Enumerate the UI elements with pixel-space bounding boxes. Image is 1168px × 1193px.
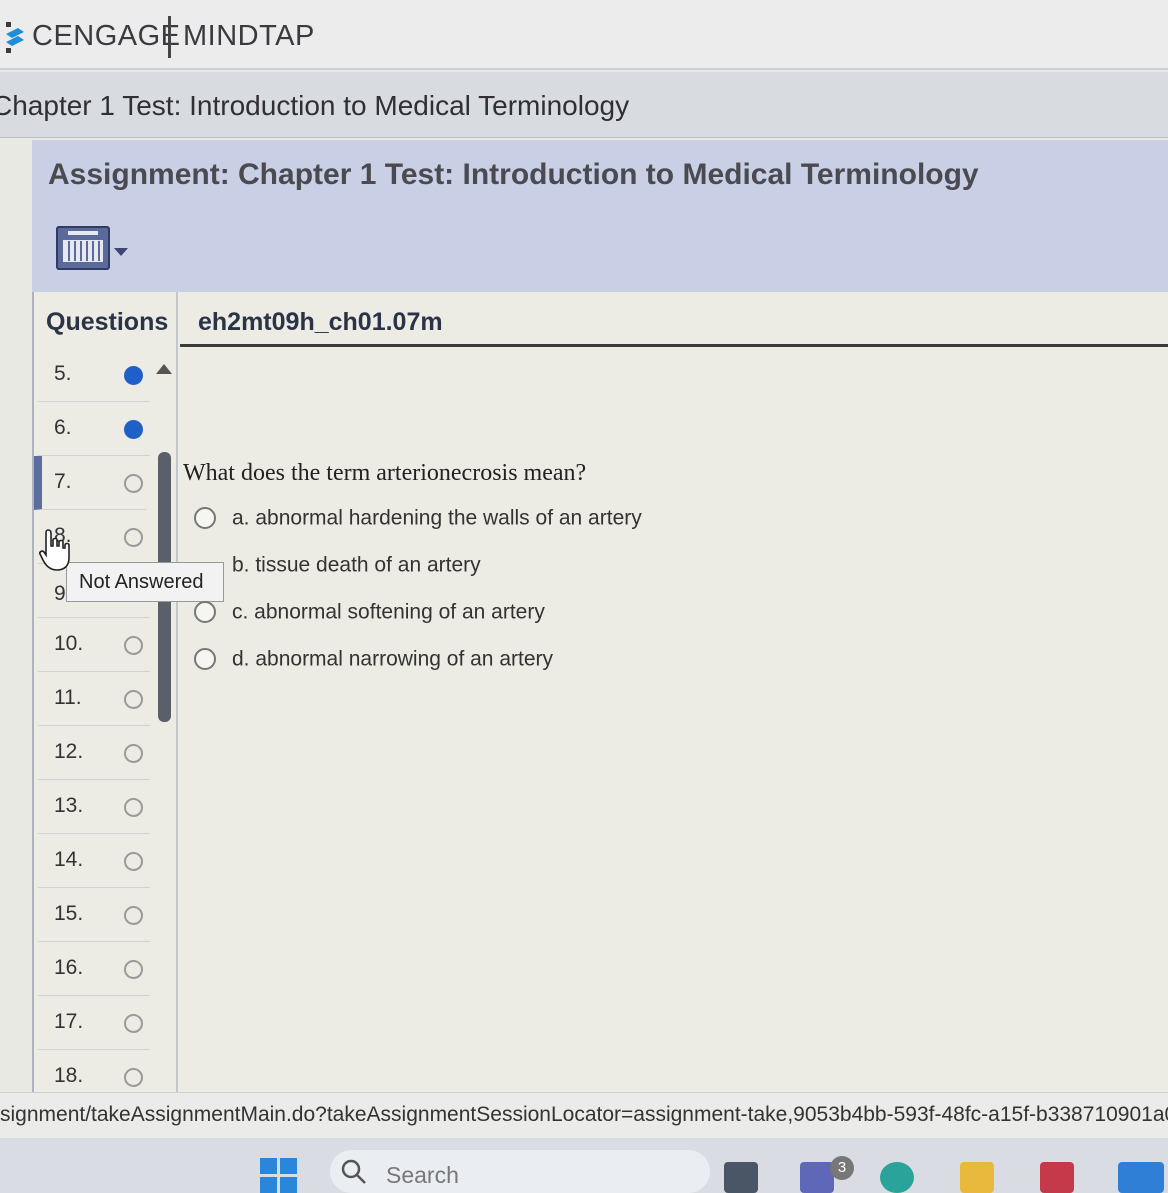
unanswered-status-icon xyxy=(124,960,143,979)
question-number: 10. xyxy=(54,632,84,655)
file-explorer-icon[interactable] xyxy=(960,1162,994,1193)
question-number: 12. xyxy=(54,740,84,763)
unanswered-status-icon xyxy=(124,798,143,817)
status-url-bar: signment/takeAssignmentMain.do?takeAssig… xyxy=(0,1092,1168,1138)
unanswered-status-icon xyxy=(124,1068,143,1087)
choice-label: d. abnormal narrowing of an artery xyxy=(232,647,553,671)
taskbar: Search xyxy=(0,1138,1168,1193)
question-top-rule xyxy=(180,344,1168,347)
chapter-title: Chapter 1 Test: Introduction to Medical … xyxy=(0,90,630,121)
answer-choice-a[interactable]: a. abnormal hardening the walls of an ar… xyxy=(194,506,642,530)
question-number: 13. xyxy=(54,794,84,817)
questions-header: Questions xyxy=(46,308,169,336)
teams-icon[interactable] xyxy=(800,1162,834,1193)
question-nav-item[interactable]: 12. xyxy=(38,726,150,780)
brand-header: CENGAGE MINDTAP xyxy=(0,0,1168,70)
choice-label: b. tissue death of an artery xyxy=(232,553,481,577)
assignment-content: Questions eh2mt09h_ch01.07m 5. 6. 7. 8. … xyxy=(32,292,1168,1092)
question-number: 14. xyxy=(54,848,84,871)
question-nav-item[interactable]: 17. xyxy=(38,996,150,1050)
answered-status-icon xyxy=(124,366,143,385)
taskbar-search-placeholder: Search xyxy=(386,1162,459,1188)
search-icon xyxy=(341,1159,366,1184)
question-number: 6. xyxy=(54,416,72,439)
question-number: 17. xyxy=(54,1010,84,1033)
unanswered-status-icon xyxy=(124,690,143,709)
unanswered-status-icon xyxy=(124,906,143,925)
windows-start-icon[interactable] xyxy=(260,1158,298,1193)
status-url-text: signment/takeAssignmentMain.do?takeAssig… xyxy=(0,1103,1168,1126)
radio-button[interactable] xyxy=(194,507,216,530)
answer-choice-b[interactable]: b. tissue death of an artery xyxy=(194,553,481,577)
media-player-icon[interactable] xyxy=(1040,1162,1074,1193)
item-id: eh2mt09h_ch01.07m xyxy=(198,308,443,336)
question-nav-item[interactable]: 10. xyxy=(38,618,150,672)
question-number: 18. xyxy=(54,1064,84,1087)
choice-label: c. abnormal softening of an artery xyxy=(232,600,545,624)
question-number: 15. xyxy=(54,902,84,925)
radio-button[interactable] xyxy=(194,648,216,671)
unanswered-status-icon xyxy=(124,744,143,763)
question-nav-item[interactable]: 15. xyxy=(38,888,150,942)
question-nav-item[interactable]: 5. xyxy=(38,348,150,402)
unanswered-status-icon xyxy=(124,636,143,655)
answer-choice-c[interactable]: c. abnormal softening of an artery xyxy=(194,600,545,624)
hand-pointer-cursor-icon xyxy=(39,529,70,571)
answer-choice-d[interactable]: d. abnormal narrowing of an artery xyxy=(194,647,553,671)
radio-button[interactable] xyxy=(194,601,216,624)
keyboard-icon[interactable] xyxy=(56,226,110,270)
chevron-down-icon[interactable] xyxy=(114,248,128,256)
assignment-title: Assignment: Chapter 1 Test: Introduction… xyxy=(48,158,979,191)
question-number: 9 xyxy=(54,582,66,605)
choice-label: a. abnormal hardening the walls of an ar… xyxy=(232,506,642,530)
question-nav-item[interactable]: 14. xyxy=(38,834,150,888)
question-number: 11. xyxy=(54,686,82,709)
brand-name[interactable]: CENGAGE xyxy=(32,20,181,53)
task-view-icon[interactable] xyxy=(724,1162,758,1193)
unanswered-status-icon xyxy=(124,474,143,493)
question-nav-item[interactable]: 11. xyxy=(38,672,150,726)
cengage-logo-icon xyxy=(6,22,24,53)
question-nav-item[interactable]: 6. xyxy=(38,402,150,456)
unanswered-status-icon xyxy=(124,852,143,871)
question-nav-item-current[interactable]: 7. xyxy=(34,456,146,510)
notification-badge: 3 xyxy=(830,1156,854,1180)
question-number: 16. xyxy=(54,956,84,979)
question-nav-item[interactable]: 16. xyxy=(38,942,150,996)
answered-status-icon xyxy=(124,420,143,439)
brand-divider xyxy=(168,16,171,58)
unanswered-status-icon xyxy=(124,528,143,547)
chapter-bar: Chapter 1 Test: Introduction to Medical … xyxy=(0,72,1168,138)
question-prompt: What does the term arterionecrosis mean? xyxy=(183,460,587,486)
scroll-up-arrow-icon[interactable] xyxy=(156,364,172,374)
product-name[interactable]: MINDTAP xyxy=(183,20,315,53)
assignment-header: Assignment: Chapter 1 Test: Introduction… xyxy=(32,140,1168,292)
panel-divider xyxy=(176,292,178,1092)
question-nav-item[interactable]: 13. xyxy=(38,780,150,834)
onedrive-icon[interactable] xyxy=(1118,1162,1164,1193)
unanswered-status-icon xyxy=(124,1014,143,1033)
question-number: 7. xyxy=(54,470,72,493)
edge-browser-icon[interactable] xyxy=(880,1162,914,1193)
question-number: 5. xyxy=(54,362,72,385)
